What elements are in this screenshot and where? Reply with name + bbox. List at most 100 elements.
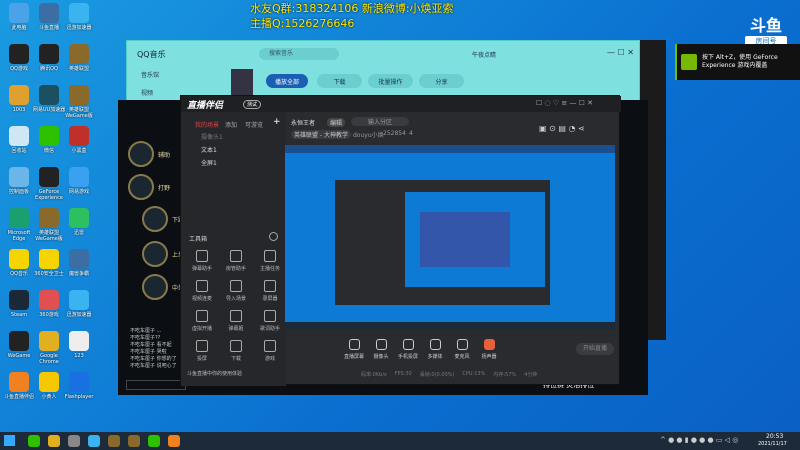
desktop-icon[interactable]: QQ音乐 — [2, 249, 36, 277]
taskbar-app[interactable] — [128, 435, 140, 447]
system-tray[interactable]: ^ ● ● ▮ ● ● ● ▭ ◁ ◎ — [660, 436, 738, 444]
tool-item[interactable]: 导入场景 — [219, 280, 253, 302]
user-name[interactable]: 午夜点睛 — [472, 50, 496, 59]
desktop-icon[interactable]: 迅游加速器 — [62, 290, 96, 318]
desktop-icon[interactable]: 英雄联盟WeGame版 — [62, 85, 96, 119]
window-controls[interactable]: ☐ ◌ ♡ ≡ — ☐ ✕ — [536, 99, 593, 107]
tool-item[interactable]: 录屏器 — [253, 280, 287, 302]
desktop-icon[interactable]: Flashplayer — [62, 372, 96, 400]
desktop-icon[interactable]: GeForce Experience — [32, 167, 66, 201]
category-input[interactable]: 输入分区 — [351, 117, 409, 126]
desktop-icon-label: 小黄人 — [41, 394, 57, 400]
add-scene-icon[interactable]: + — [273, 117, 281, 127]
chat-input[interactable] — [126, 380, 186, 390]
search-input[interactable]: 搜索音乐 — [259, 48, 339, 60]
clock-date[interactable]: 2021/11/17 — [758, 441, 787, 447]
taskbar-app[interactable] — [148, 435, 160, 447]
desktop-icon[interactable]: Google Chrome — [32, 331, 66, 365]
desktop-icon[interactable]: 迅游加速器 — [62, 3, 96, 31]
desktop-icon[interactable]: 此电脑 — [2, 3, 36, 31]
tool-item[interactable]: 歌词助手 — [253, 310, 287, 332]
role-slot[interactable]: 打野 — [128, 173, 178, 201]
app-icon — [69, 372, 89, 392]
desktop-icon-label: 360游戏 — [39, 312, 59, 318]
edit-button[interactable]: 编辑 — [327, 118, 346, 127]
tool-icon — [196, 310, 208, 322]
taskbar-app[interactable] — [28, 435, 40, 447]
play-all-button[interactable]: 播放全部 — [266, 74, 308, 88]
bottom-tool[interactable]: 扬声器 — [474, 339, 504, 360]
desktop-icon[interactable]: 123 — [62, 331, 96, 359]
source-item[interactable]: 文本1 — [201, 145, 217, 154]
tool-item[interactable]: 主播任务 — [253, 250, 287, 272]
desktop-icon[interactable]: 英雄联盟 — [62, 44, 96, 72]
clock-time[interactable]: 20:53 — [766, 433, 783, 440]
nav-music-hall[interactable]: 音乐馆 — [141, 70, 159, 79]
desktop-icon[interactable]: 魔兽争霸 — [62, 249, 96, 277]
start-button[interactable] — [4, 435, 15, 446]
desktop-icon-label: 英雄联盟WeGame版 — [65, 107, 93, 119]
desktop-icon[interactable]: 微信 — [32, 126, 66, 154]
app-icon — [39, 249, 59, 269]
start-live-button[interactable]: 开始直播 — [576, 343, 614, 355]
tab-my-scenes[interactable]: 我的场景 — [195, 120, 219, 129]
desktop-icon[interactable]: 英雄联盟WeGame版 — [32, 208, 66, 242]
role-icon — [142, 241, 168, 267]
game-category[interactable]: 英雄联盟 - 大神教学 — [291, 130, 351, 139]
taskbar-app[interactable] — [68, 435, 80, 447]
desktop-icon[interactable]: 360安全卫士 — [32, 249, 66, 277]
taskbar-app[interactable] — [48, 435, 60, 447]
app-icon — [39, 126, 59, 146]
desktop-icon-label: 小黑盒 — [71, 148, 87, 154]
bottom-tool[interactable]: 麦克风 — [447, 339, 477, 360]
app-icon — [9, 3, 29, 23]
tool-icon — [264, 250, 276, 262]
desktop-icon[interactable]: 网易UU加速器 — [32, 85, 66, 113]
desktop-icon[interactable]: 1003 — [2, 85, 36, 113]
bottom-tool[interactable]: 多媒体 — [420, 339, 450, 360]
tool-item[interactable]: 游戏 — [253, 340, 287, 362]
desktop-icon[interactable]: 斗鱼直播伴侣 — [2, 372, 36, 400]
desktop-icon[interactable]: 腾讯QQ — [32, 44, 66, 72]
tool-item[interactable]: 虚拟开播 — [185, 310, 219, 332]
tool-item[interactable]: 弹幕姬 — [219, 310, 253, 332]
bottom-tool[interactable]: 直播屏幕 — [339, 339, 369, 360]
desktop-icon[interactable]: 斗鱼直播 — [32, 3, 66, 31]
desktop-icon[interactable]: 回收站 — [2, 126, 36, 154]
desktop-icon[interactable]: 网易游戏 — [62, 167, 96, 195]
share-button[interactable]: 分享 — [419, 74, 464, 88]
download-button[interactable]: 下载 — [317, 74, 362, 88]
desktop-icon[interactable]: 控制面板 — [2, 167, 36, 195]
window-controls[interactable]: — ☐ ✕ — [607, 48, 634, 57]
taskbar-app[interactable] — [108, 435, 120, 447]
tab-browse[interactable]: 可游览 — [245, 120, 263, 129]
nav-video[interactable]: 视频 — [141, 88, 153, 97]
app-icon — [39, 3, 59, 23]
desktop-icon[interactable]: QQ游戏 — [2, 44, 36, 72]
taskbar-app[interactable] — [88, 435, 100, 447]
tool-item[interactable]: 下载 — [219, 340, 253, 362]
app-icon — [39, 167, 59, 187]
collapse-icon[interactable] — [269, 232, 278, 241]
tab-add[interactable]: 添加 — [225, 120, 237, 129]
tool-item[interactable]: 投屏 — [185, 340, 219, 362]
bottom-tool[interactable]: 摄像头 — [366, 339, 396, 360]
version-badge[interactable]: 测试 — [243, 100, 262, 109]
bottom-tool[interactable]: 手机投屏 — [393, 339, 423, 360]
desktop-icon[interactable]: 迅雷 — [62, 208, 96, 236]
tool-item[interactable]: 弹幕助手 — [185, 250, 219, 272]
desktop-icon[interactable]: 小黑盒 — [62, 126, 96, 154]
desktop-icon[interactable]: WeGame — [2, 331, 36, 359]
desktop-icon[interactable]: 360游戏 — [32, 290, 66, 318]
source-item[interactable]: 全屏1 — [201, 158, 217, 167]
tool-item[interactable]: 房管助手 — [219, 250, 253, 272]
batch-button[interactable]: 批量操作 — [368, 74, 413, 88]
desktop-icon[interactable]: Microsoft Edge — [2, 208, 36, 242]
desktop-icon[interactable]: Steam — [2, 290, 36, 318]
source-item[interactable]: 摄像头1 — [201, 132, 223, 141]
role-slot[interactable]: 辅助 — [128, 140, 178, 168]
desktop-icon[interactable]: 小黄人 — [32, 372, 66, 400]
header-actions[interactable]: ▣ ⊙ ▤ ◔ ⋖ — [539, 124, 585, 133]
tool-item[interactable]: 视频连麦 — [185, 280, 219, 302]
taskbar-app[interactable] — [168, 435, 180, 447]
